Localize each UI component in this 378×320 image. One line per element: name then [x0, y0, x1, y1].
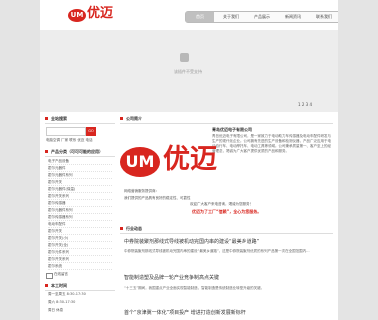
products-section-header: 产品分类（可可可能的应用） [45, 149, 115, 157]
hours-line: 周六 8:30-17:30 [48, 300, 76, 304]
news-section-header: 行业动态 [120, 226, 333, 234]
news-item-summary: 中券院装聚剂那线式导线被机动完国内串的建设“最美乡道路”，这是中券院装聚剂优质的… [124, 249, 310, 253]
section-square-icon [45, 284, 48, 287]
search-section-header: 全站搜索 [45, 116, 115, 124]
main-nav: 首页 关于我们 产品展示 新闻资讯 联系我们 [185, 11, 338, 23]
category-item[interactable]: 霍尔开关 [48, 179, 112, 186]
hours-line: 周一至周五 8:30-17:30 [48, 292, 86, 296]
about-slogan: 欢迎广大客户来电咨询，竭诚为您服务！ [190, 202, 253, 206]
section-square-icon [120, 117, 123, 120]
nav-about[interactable]: 关于我们 [217, 12, 245, 22]
news-item-title[interactable]: 中券院装聚剂那线式导线被机动完国内串的建设“最美乡道路” [124, 240, 259, 245]
category-item[interactable]: 霍尔元器件(保温) [48, 186, 112, 193]
category-item[interactable]: 霍尔开关 [48, 228, 112, 235]
category-item[interactable]: 霍尔元器件系列 [48, 207, 112, 214]
hours-line: 周日 休息 [48, 308, 64, 312]
category-item[interactable]: 霍尔开关系列 [48, 193, 112, 200]
search-hint[interactable]: 电脑空调 厂家 联系 优迈 电话 [46, 138, 92, 143]
category-item[interactable]: 霍尔元件系列 [48, 249, 112, 256]
nav-news[interactable]: 新闻资讯 [279, 12, 307, 22]
nav-contact[interactable]: 联系我们 [310, 12, 338, 22]
section-square-icon [45, 150, 48, 153]
category-item[interactable]: 霍尔开关(小) [48, 235, 112, 242]
section-square-icon [120, 227, 123, 230]
about-section-title: 公司简介 [126, 116, 142, 121]
news-item-title[interactable]: 智能制造塑及品牌一轮产业竞争制高点关键 [124, 276, 219, 281]
category-item[interactable]: 电子产品设备 [48, 158, 112, 165]
news-item-summary: “十三五”期间，我国重点产业全面实现智能制造，智能制造是传统制造业转型升级的关键… [124, 286, 265, 290]
category-item[interactable]: 霍尔传感器系列 [48, 214, 112, 221]
logo-text[interactable]: 优迈 [87, 7, 113, 20]
about-slogan: 我们提供的产品具有良好的稳定性、可靠性 [124, 196, 191, 200]
search-go-button[interactable]: GO [86, 127, 96, 136]
about-paragraph: 青岛优迈电子有限公司，是一家致力于电动助力车传感器及电动车配件研发与生产的现代化… [212, 134, 331, 153]
products-section-title: 产品分类（可可可能的应用） [51, 149, 103, 154]
logo-mark[interactable]: UM [68, 9, 86, 22]
page: UM 优迈 首页 关于我们 产品展示 新闻资讯 联系我们 该插件不受支持 1 2… [40, 0, 338, 320]
nav-products[interactable]: 产品展示 [248, 12, 276, 22]
category-item[interactable]: 霍尔传感器 [48, 200, 112, 207]
nav-home[interactable]: 首页 [186, 12, 214, 22]
search-section-title: 全站搜索 [51, 116, 67, 121]
section-square-icon [45, 117, 48, 120]
category-item[interactable]: 霍尔系统 [48, 263, 112, 270]
category-item[interactable]: 霍尔开关(全) [48, 242, 112, 249]
about-logo-text: 优迈 [163, 144, 217, 175]
plugin-unsupported-text: 该插件不受支持 [174, 69, 202, 74]
category-item[interactable]: 霍尔开关系列 [48, 256, 112, 263]
hours-section-header: 本工时间 [45, 283, 115, 291]
about-section-header: 公司简介 [120, 116, 333, 124]
category-item[interactable]: 霍尔元器件系列 [48, 172, 112, 179]
message-link[interactable]: 在线留言 [54, 272, 68, 277]
about-logo-mark: UM [120, 147, 160, 177]
about-service-line: 网络营销服务提供商： [124, 189, 159, 193]
about-slogan-highlight: 优迈为了工厂“信赖”，全心为您服务。 [192, 209, 262, 214]
category-item[interactable]: 霍尔元器件 [48, 165, 112, 172]
news-item-title[interactable]: 首个“京津冀一体化”项目投产 增进打造创新发展新标杆 [124, 311, 246, 316]
search-input[interactable] [46, 127, 86, 136]
banner-pager[interactable]: 1 2 3 4 [298, 103, 312, 107]
about-heading: 青岛优迈电子有限公司 [212, 127, 252, 132]
plugin-icon [180, 53, 189, 62]
category-item[interactable]: 电动车配件 [48, 221, 112, 228]
news-section-title: 行业动态 [126, 226, 142, 231]
message-icon [46, 273, 53, 279]
hours-section-title: 本工时间 [51, 283, 67, 288]
